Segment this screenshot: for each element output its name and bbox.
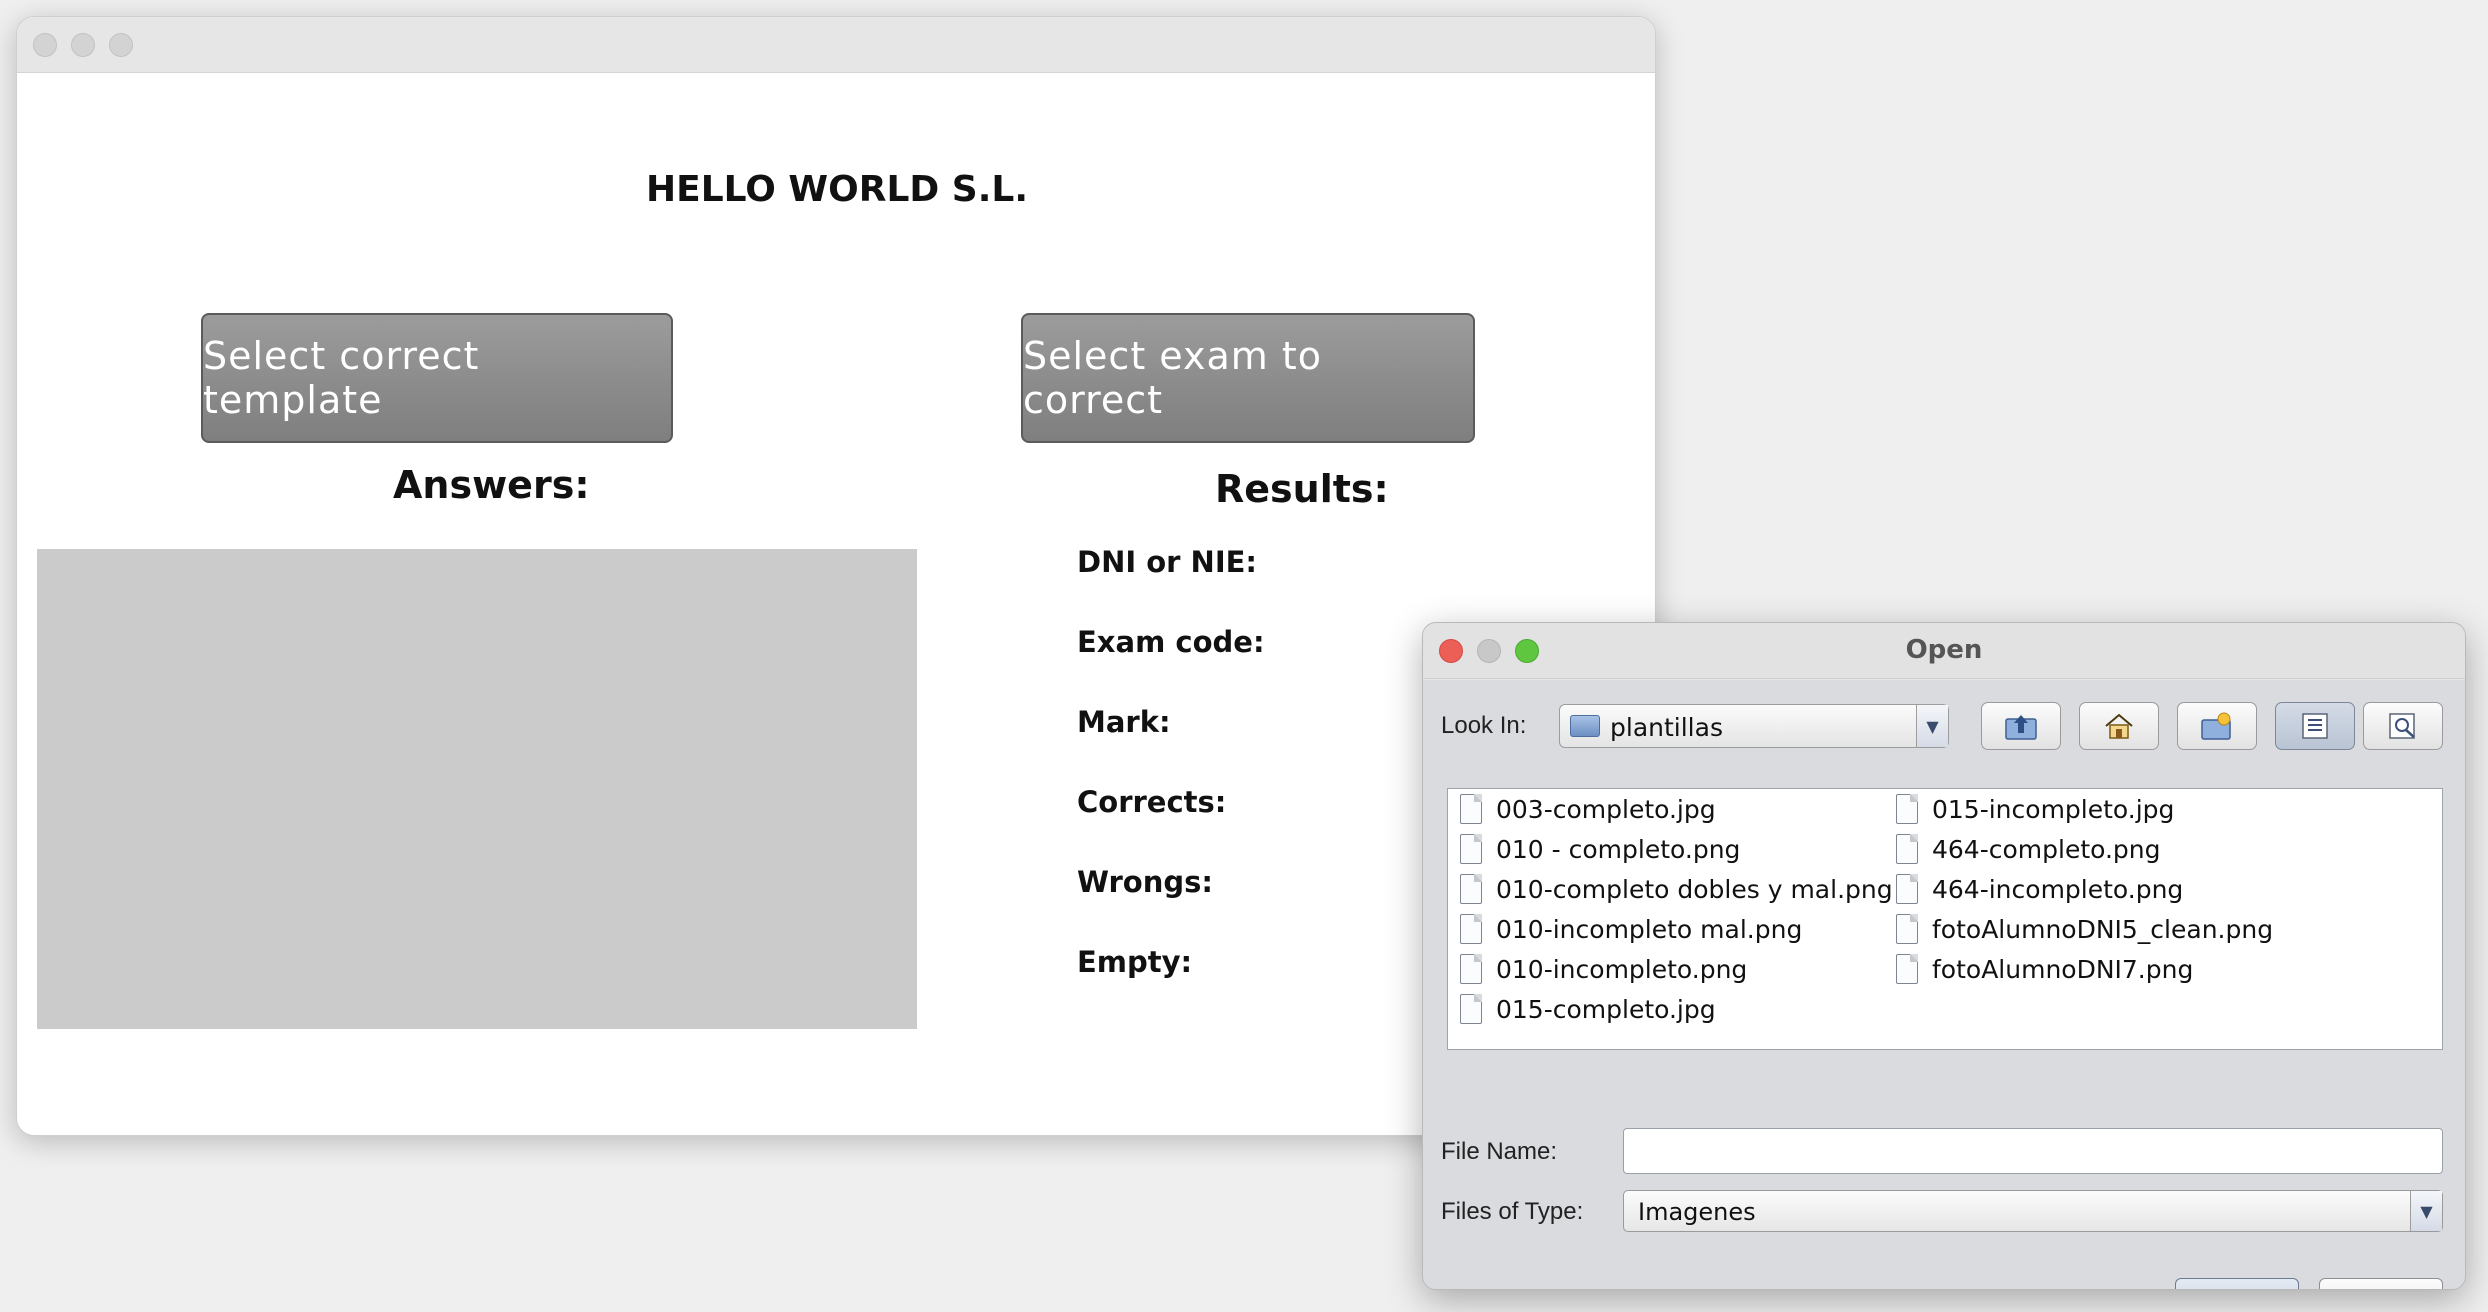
file-icon [1896, 914, 1918, 944]
file-item[interactable]: 464-completo.png [1896, 831, 2161, 867]
file-name: 010 - completo.png [1496, 834, 1741, 864]
up-folder-icon [2005, 715, 2037, 740]
select-exam-button[interactable]: Select exam to correct [1021, 313, 1475, 443]
file-icon [1896, 834, 1918, 864]
corrects-label: Corrects: [1077, 785, 1227, 819]
dialog-body: Look In: plantillas ▼ 003-completo.jpg 0… [1423, 680, 2465, 1289]
file-icon [1460, 834, 1482, 864]
file-name: fotoAlumnoDNI5_clean.png [1932, 914, 2274, 944]
file-name: 464-completo.png [1932, 834, 2161, 864]
home-button[interactable] [2079, 702, 2159, 750]
file-name: 010-incompleto.png [1496, 954, 1748, 984]
open-button[interactable]: Open [2175, 1278, 2299, 1289]
file-item[interactable]: 464-incompleto.png [1896, 871, 2183, 907]
cancel-button[interactable]: Cancel [2319, 1278, 2443, 1289]
file-icon [1460, 914, 1482, 944]
main-content: HELLO WORLD S.L. Select correct template… [17, 73, 1655, 1135]
wrongs-label: Wrongs: [1077, 865, 1213, 899]
new-folder-button[interactable] [2177, 702, 2257, 750]
empty-label: Empty: [1077, 945, 1193, 979]
file-item[interactable]: 010 - completo.png [1460, 831, 1740, 867]
file-list[interactable]: 003-completo.jpg 010 - completo.png 010-… [1447, 788, 2443, 1050]
home-icon [2105, 713, 2133, 739]
minimize-window-button[interactable] [71, 33, 95, 57]
dialog-titlebar: Open [1423, 623, 2465, 679]
folder-icon [1570, 715, 1600, 737]
file-icon [1460, 954, 1482, 984]
file-icon [1896, 794, 1918, 824]
file-icon [1460, 874, 1482, 904]
file-name-label: File Name: [1441, 1138, 1558, 1165]
answers-heading: Answers: [393, 463, 590, 507]
files-of-type-value: Imagenes [1638, 1198, 1756, 1226]
file-item[interactable]: 010-incompleto mal.png [1460, 911, 1802, 947]
results-heading: Results: [1215, 467, 1389, 511]
select-template-button[interactable]: Select correct template [201, 313, 673, 443]
chevron-down-icon[interactable]: ▼ [1916, 705, 1948, 747]
details-view-button[interactable] [2363, 702, 2443, 750]
file-icon [1460, 794, 1482, 824]
file-name: 010-incompleto mal.png [1496, 914, 1803, 944]
file-name: 464-incompleto.png [1932, 874, 2184, 904]
file-item[interactable]: 015-completo.jpg [1460, 991, 1716, 1027]
list-view-icon [2302, 713, 2328, 739]
files-of-type-combo[interactable]: Imagenes ▼ [1623, 1190, 2443, 1232]
dialog-title: Open [1905, 635, 1983, 665]
mark-label: Mark: [1077, 705, 1171, 739]
file-name: 010-completo dobles y mal.png [1496, 874, 1893, 904]
file-item[interactable]: 003-completo.jpg [1460, 791, 1716, 827]
look-in-value: plantillas [1610, 713, 1723, 742]
exam-code-label: Exam code: [1077, 625, 1265, 659]
chevron-down-icon[interactable]: ▼ [2410, 1191, 2442, 1231]
file-icon [1896, 954, 1918, 984]
main-titlebar [17, 17, 1655, 73]
file-name: fotoAlumnoDNI7.png [1932, 954, 2194, 984]
look-in-combo[interactable]: plantillas ▼ [1559, 704, 1949, 748]
file-name-input[interactable] [1623, 1128, 2443, 1174]
new-folder-icon [2201, 712, 2231, 740]
file-icon [1460, 994, 1482, 1024]
list-view-button[interactable] [2275, 702, 2355, 750]
up-folder-button[interactable] [1981, 702, 2061, 750]
file-item[interactable]: fotoAlumnoDNI5_clean.png [1896, 911, 2273, 947]
zoom-window-button[interactable] [109, 33, 133, 57]
file-name: 015-incompleto.jpg [1932, 794, 2175, 824]
file-name: 015-completo.jpg [1496, 994, 1716, 1024]
close-window-button[interactable] [33, 33, 57, 57]
main-window: HELLO WORLD S.L. Select correct template… [16, 16, 1656, 1136]
file-icon [1896, 874, 1918, 904]
open-dialog: Open Look In: plantillas ▼ 003-completo.… [1422, 622, 2466, 1290]
answers-panel [37, 549, 917, 1029]
dni-label: DNI or NIE: [1077, 545, 1258, 579]
file-name: 003-completo.jpg [1496, 794, 1716, 824]
file-item[interactable]: 010-completo dobles y mal.png [1460, 871, 1893, 907]
app-title: HELLO WORLD S.L. [645, 169, 1029, 210]
details-view-icon [2389, 713, 2415, 739]
look-in-label: Look In: [1441, 712, 1527, 739]
file-item[interactable]: 010-incompleto.png [1460, 951, 1747, 987]
file-item[interactable]: fotoAlumnoDNI7.png [1896, 951, 2193, 987]
files-of-type-label: Files of Type: [1441, 1198, 1584, 1225]
file-item[interactable]: 015-incompleto.jpg [1896, 791, 2174, 827]
